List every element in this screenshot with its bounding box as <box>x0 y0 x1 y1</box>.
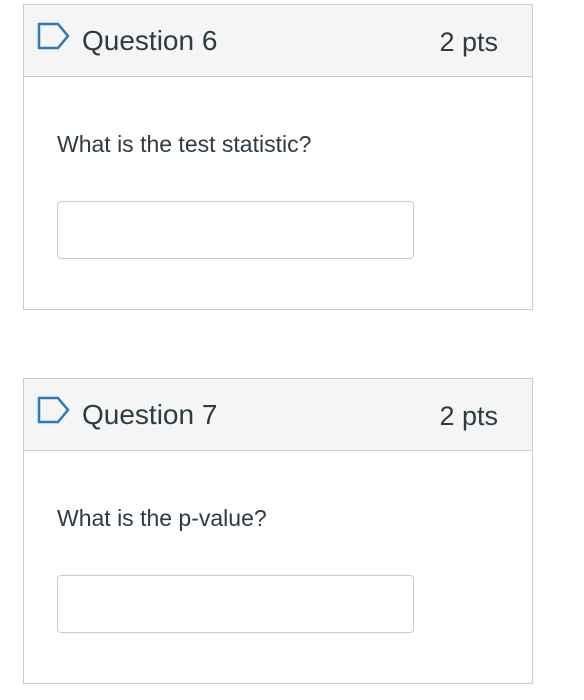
answer-input[interactable] <box>57 575 414 633</box>
answer-input[interactable] <box>57 201 414 259</box>
question-body: What is the p-value? <box>24 451 532 683</box>
question-points: 2 pts <box>439 401 498 431</box>
question-title: Question 7 <box>82 399 218 430</box>
question-card-7: Question 7 2 pts What is the p-value? <box>23 378 533 684</box>
question-card-6: Question 6 2 pts What is the test statis… <box>23 4 533 310</box>
bookmark-flag-icon[interactable] <box>36 396 72 424</box>
question-title: Question 6 <box>82 25 218 56</box>
question-body: What is the test statistic? <box>24 77 532 309</box>
quiz-page: Question 6 2 pts What is the test statis… <box>0 0 584 700</box>
question-points: 2 pts <box>439 27 498 57</box>
question-text: What is the test statistic? <box>57 131 312 157</box>
question-header: Question 7 2 pts <box>24 379 532 451</box>
question-text: What is the p-value? <box>57 505 267 531</box>
bookmark-flag-icon[interactable] <box>36 22 72 50</box>
question-header: Question 6 2 pts <box>24 5 532 77</box>
